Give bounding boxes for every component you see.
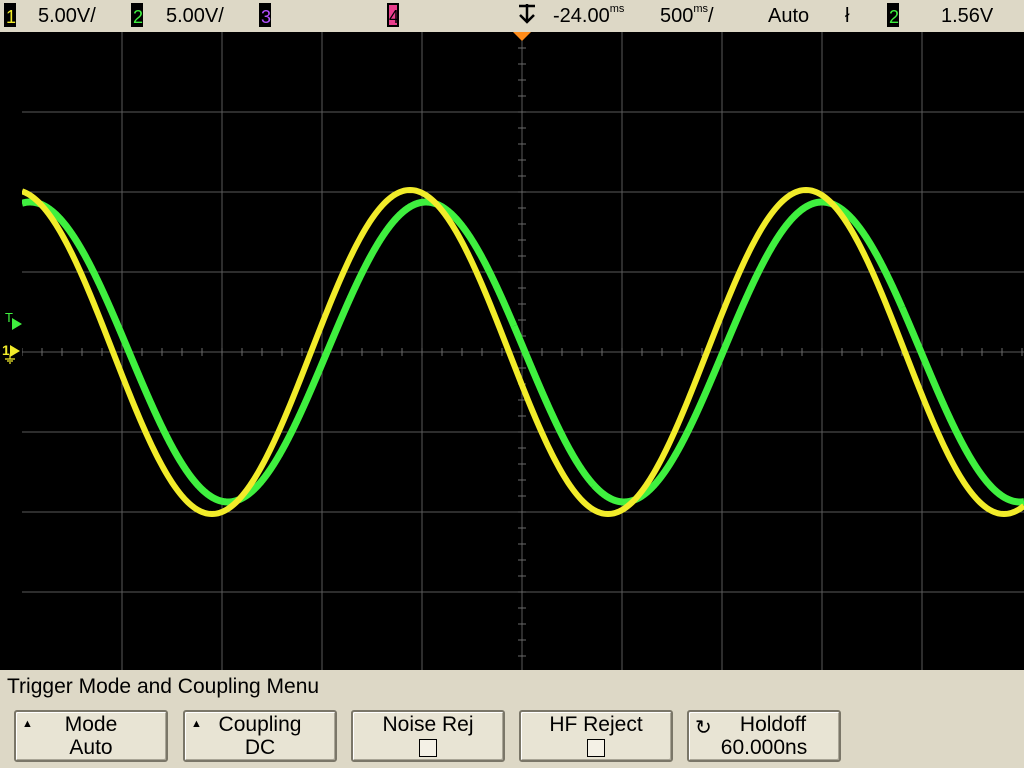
holdoff-softkey[interactable]: ↻ Holdoff 60.000ns bbox=[687, 710, 841, 762]
holdoff-label: Holdoff bbox=[739, 713, 807, 736]
time-position: -24.00ms bbox=[553, 3, 625, 27]
mode-label: Mode bbox=[64, 713, 118, 736]
marker-gutter: T 1 bbox=[0, 32, 22, 670]
hf-reject-checkbox[interactable] bbox=[587, 739, 605, 757]
coupling-label: Coupling bbox=[218, 713, 302, 736]
trigger-level-marker[interactable]: T bbox=[4, 310, 22, 332]
ground-icon bbox=[5, 355, 15, 364]
channel-1-badge[interactable]: 1 bbox=[4, 3, 16, 27]
channel-1-ground-marker[interactable]: 1 bbox=[0, 342, 22, 364]
channel-4-badge[interactable]: 4 bbox=[387, 3, 399, 27]
trigger-level: 1.56V bbox=[941, 5, 994, 27]
hf-reject-label: HF Reject bbox=[549, 713, 643, 736]
coupling-value: DC bbox=[244, 736, 276, 759]
softkey-menu: Trigger Mode and Coupling Menu ▲ Mode Au… bbox=[0, 670, 1024, 768]
status-bar: 1 5.00V/ 2 5.00V/ 3 4 -24.00ms 500ms/ Au… bbox=[0, 0, 1024, 32]
channel-2-badge[interactable]: 2 bbox=[131, 3, 143, 27]
channel-3-badge[interactable]: 3 bbox=[259, 3, 271, 27]
menu-title: Trigger Mode and Coupling Menu bbox=[7, 675, 320, 698]
coupling-softkey[interactable]: ▲ Coupling DC bbox=[183, 710, 337, 762]
hf-reject-softkey[interactable]: HF Reject bbox=[519, 710, 673, 762]
noise-rej-softkey[interactable]: Noise Rej bbox=[351, 710, 505, 762]
trigger-slope-icon: ł bbox=[845, 5, 850, 27]
trigger-position-marker[interactable] bbox=[513, 32, 531, 41]
mode-value: Auto bbox=[69, 736, 113, 759]
channel-1-scale: 5.00V/ bbox=[38, 5, 96, 27]
trigger-mode: Auto bbox=[768, 5, 810, 27]
time-reference-icon bbox=[516, 2, 538, 34]
noise-rej-label: Noise Rej bbox=[382, 713, 474, 736]
noise-rej-checkbox[interactable] bbox=[419, 739, 437, 757]
holdoff-value: 60.000ns bbox=[720, 736, 808, 759]
mode-softkey[interactable]: ▲ Mode Auto bbox=[14, 710, 168, 762]
trigger-source-badge[interactable]: 2 bbox=[887, 3, 899, 27]
channel-2-scale: 5.00V/ bbox=[166, 5, 224, 27]
waveform-display bbox=[20, 31, 1024, 670]
time-scale: 500ms/ bbox=[660, 3, 714, 27]
